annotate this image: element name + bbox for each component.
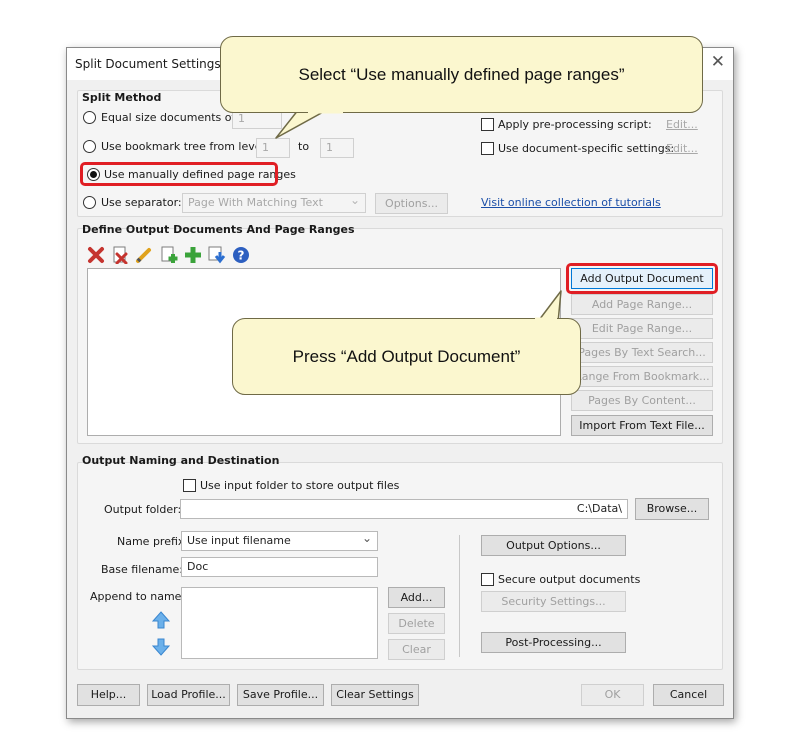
pages-by-text-button[interactable]: Pages By Text Search... [571, 342, 713, 363]
output-folder-label: Output folder: [104, 503, 182, 516]
preprocess-label: Apply pre-processing script: [498, 118, 652, 131]
append-to-name-label: Append to name: [90, 590, 186, 603]
append-add-button[interactable]: Add... [388, 587, 445, 608]
add-document-icon[interactable] [160, 246, 178, 264]
help-button[interactable]: Help... [77, 684, 140, 706]
separator-options-button[interactable]: Options... [375, 193, 448, 214]
middle-callout-text: Press “Add Output Document” [292, 346, 521, 366]
secure-output-checkbox[interactable] [481, 573, 494, 586]
edit-pencil-icon[interactable] [135, 246, 153, 264]
docspecific-label: Use document-specific settings: [498, 142, 675, 155]
move-up-icon[interactable] [152, 611, 170, 629]
vertical-divider [459, 535, 460, 657]
delete-document-icon[interactable] [111, 246, 129, 264]
tutorials-link[interactable]: Visit online collection of tutorials [481, 196, 661, 209]
cancel-button[interactable]: Cancel [653, 684, 724, 706]
append-to-name-list[interactable] [181, 587, 378, 659]
svg-text:?: ? [238, 249, 245, 263]
manual-ranges-highlight [80, 162, 278, 186]
separator-label: Use separator: [101, 196, 182, 209]
output-naming-title: Output Naming and Destination [82, 454, 280, 467]
save-profile-button[interactable]: Save Profile... [237, 684, 324, 706]
window-title: Split Document Settings (A [75, 57, 238, 71]
pages-by-content-button[interactable]: Pages By Content... [571, 390, 713, 411]
clear-settings-button[interactable]: Clear Settings [331, 684, 419, 706]
separator-select[interactable]: Page With Matching Text [182, 193, 366, 213]
docspecific-checkbox[interactable] [481, 142, 494, 155]
use-input-folder-label: Use input folder to store output files [200, 479, 400, 492]
top-instruction-callout: Select “Use manually defined page ranges… [220, 36, 703, 113]
bookmark-to-field[interactable]: 1 [320, 138, 354, 158]
equal-size-label: Equal size documents of [101, 111, 236, 124]
output-options-button[interactable]: Output Options... [481, 535, 626, 556]
output-folder-field[interactable]: C:\Data\ [180, 499, 628, 519]
append-clear-button[interactable]: Clear [388, 639, 445, 660]
docspecific-edit-link[interactable]: Edit... [666, 142, 698, 155]
name-prefix-select[interactable]: Use input filename [181, 531, 378, 551]
split-method-title: Split Method [82, 91, 162, 104]
delete-icon[interactable] [87, 246, 105, 264]
base-filename-field[interactable]: Doc [181, 557, 378, 577]
bookmark-label: Use bookmark tree from level [101, 140, 265, 153]
ok-button[interactable]: OK [581, 684, 644, 706]
radio-bookmark-tree[interactable] [83, 140, 96, 153]
close-icon[interactable]: ✕ [711, 52, 725, 72]
base-filename-label: Base filename: [101, 563, 183, 576]
post-processing-button[interactable]: Post-Processing... [481, 632, 626, 653]
help-icon[interactable]: ? [232, 246, 250, 264]
preprocess-edit-link[interactable]: Edit... [666, 118, 698, 131]
bookmark-from-field[interactable]: 1 [256, 138, 290, 158]
move-down-arrow-icon[interactable] [152, 638, 170, 656]
top-callout-text: Select “Use manually defined page ranges… [298, 64, 625, 84]
use-input-folder-checkbox[interactable] [183, 479, 196, 492]
output-folder-value: C:\Data\ [576, 502, 622, 515]
radio-equal-size[interactable] [83, 111, 96, 124]
bookmark-to-label: to [298, 140, 310, 153]
security-settings-button[interactable]: Security Settings... [481, 591, 626, 612]
define-output-title: Define Output Documents And Page Ranges [82, 223, 355, 236]
add-plus-icon[interactable] [184, 246, 202, 264]
middle-instruction-callout: Press “Add Output Document” [232, 318, 581, 395]
add-output-highlight [566, 263, 718, 294]
range-from-bookmark-button[interactable]: Range From Bookmark... [571, 366, 713, 387]
add-page-range-button[interactable]: Add Page Range... [571, 294, 713, 315]
edit-page-range-button[interactable]: Edit Page Range... [571, 318, 713, 339]
preprocess-checkbox[interactable] [481, 118, 494, 131]
load-profile-button[interactable]: Load Profile... [147, 684, 230, 706]
import-from-text-button[interactable]: Import From Text File... [571, 415, 713, 436]
move-down-icon[interactable] [208, 246, 226, 264]
radio-separator[interactable] [83, 196, 96, 209]
secure-output-label: Secure output documents [498, 573, 641, 586]
browse-button[interactable]: Browse... [635, 498, 709, 520]
append-delete-button[interactable]: Delete [388, 613, 445, 634]
name-prefix-label: Name prefix: [117, 535, 189, 548]
